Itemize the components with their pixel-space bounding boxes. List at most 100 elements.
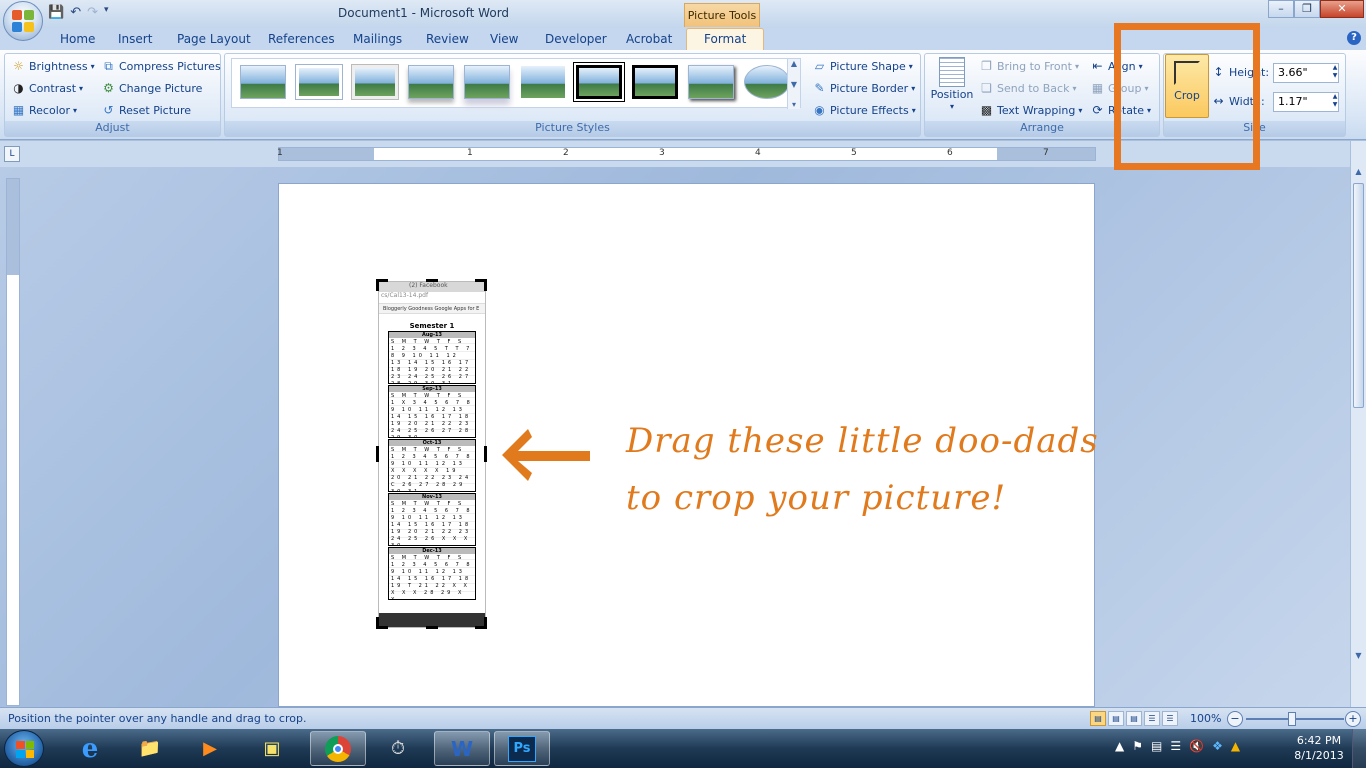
change-picture-button[interactable]: ⚙ Change Picture: [101, 81, 202, 96]
reset-picture-button[interactable]: ↺ Reset Picture: [101, 103, 191, 118]
media-player-icon[interactable]: ▶: [182, 731, 238, 766]
position-button[interactable]: Position ▾: [928, 57, 976, 111]
picture-effects-button[interactable]: ◉ Picture Effects ▾: [812, 103, 915, 118]
crop-handle-bottom[interactable]: [426, 626, 438, 629]
customize-qat-icon[interactable]: ▾: [104, 5, 109, 20]
vertical-scrollbar[interactable]: ▲ ▼: [1350, 141, 1366, 707]
gallery-scroll[interactable]: ▲ ▼ ▾: [787, 59, 800, 109]
annotation-line-1: Drag these little doo-dads: [626, 421, 1099, 461]
compress-pictures-button[interactable]: ⧉ Compress Pictures: [101, 59, 220, 74]
style-thumbnail[interactable]: [632, 65, 678, 99]
maximize-button[interactable]: ❐: [1294, 0, 1320, 18]
crop-handle-left[interactable]: [376, 446, 379, 462]
status-message: Position the pointer over any handle and…: [8, 712, 307, 725]
office-button[interactable]: [3, 1, 43, 41]
draft-view-button[interactable]: ☰: [1162, 711, 1178, 726]
height-spinner[interactable]: ▲ ▼: [1330, 64, 1340, 82]
scroll-up-icon[interactable]: ▲: [791, 59, 797, 68]
calendar-month: Dec-13 S M T W T F S 1 2 3 4 5 6 7 8 9 1…: [388, 547, 476, 600]
outline-view-button[interactable]: ☰: [1144, 711, 1160, 726]
rotate-icon: ⟳: [1092, 103, 1103, 117]
vertical-ruler[interactable]: [6, 178, 20, 706]
effects-icon: ◉: [814, 103, 825, 117]
zoom-in-button[interactable]: +: [1345, 711, 1361, 727]
print-layout-view-button[interactable]: ▤: [1090, 711, 1106, 726]
selected-picture[interactable]: (2) Facebook cs/Cal13-14.pdf Bloggerly G…: [378, 281, 486, 628]
crop-handle-right[interactable]: [484, 446, 487, 462]
action-center-icon[interactable]: ⚑: [1132, 739, 1143, 753]
show-desktop-button[interactable]: [1352, 729, 1366, 768]
clock-app-icon[interactable]: ⏱: [370, 731, 426, 766]
start-button[interactable]: [4, 730, 44, 767]
crop-handle-bottom-left[interactable]: [376, 617, 379, 629]
zoom-slider-thumb[interactable]: [1288, 712, 1296, 726]
bring-to-front-button[interactable]: ❐ Bring to Front ▾: [979, 59, 1079, 74]
picture-border-button[interactable]: ✎ Picture Border ▾: [812, 81, 915, 96]
style-thumbnail[interactable]: [464, 65, 510, 99]
style-thumbnail[interactable]: [240, 65, 286, 99]
tab-home[interactable]: Home: [60, 32, 95, 46]
horizontal-ruler[interactable]: 1 1 2 3 4 5 6 7: [277, 147, 1096, 161]
save-icon[interactable]: 💾: [48, 5, 64, 20]
dropbox-icon[interactable]: ❖: [1212, 739, 1223, 753]
picture-styles-gallery: ▲ ▼ ▾: [231, 58, 801, 109]
wifi-icon[interactable]: ☰: [1170, 739, 1181, 753]
photoshop-icon[interactable]: Ps: [494, 731, 550, 766]
style-thumbnail[interactable]: [352, 65, 398, 99]
text-wrapping-button[interactable]: ▩ Text Wrapping ▾: [979, 103, 1083, 118]
crop-handle-top[interactable]: [426, 279, 438, 282]
scroll-down-icon[interactable]: ▼: [791, 80, 797, 89]
crop-handle-top-left[interactable]: [376, 279, 379, 291]
redo-icon[interactable]: ↷: [87, 5, 98, 20]
tab-references[interactable]: References: [268, 32, 335, 46]
undo-icon[interactable]: ↶: [70, 5, 81, 20]
send-to-back-button[interactable]: ❏ Send to Back ▾: [979, 81, 1076, 96]
tab-selector[interactable]: L: [4, 146, 20, 162]
tab-view[interactable]: View: [490, 32, 518, 46]
contrast-button[interactable]: ◑ Contrast ▾: [11, 81, 83, 96]
word-icon[interactable]: W: [434, 731, 490, 766]
taskbar-clock[interactable]: 6:42 PM 8/1/2013: [1292, 733, 1346, 763]
style-thumbnail[interactable]: [520, 65, 566, 99]
file-explorer-icon[interactable]: 📁: [122, 731, 178, 766]
recolor-button[interactable]: ▦ Recolor ▾: [11, 103, 77, 118]
crop-handle-top-right[interactable]: [484, 279, 487, 291]
windows-logo-icon: [16, 741, 34, 758]
style-thumbnail[interactable]: [296, 65, 342, 99]
tab-acrobat[interactable]: Acrobat: [626, 32, 672, 46]
chrome-icon[interactable]: [310, 731, 366, 766]
help-icon[interactable]: ?: [1347, 31, 1361, 45]
window-controls: – ❐ ✕: [1268, 0, 1364, 18]
style-thumbnail[interactable]: [688, 65, 734, 99]
tab-developer[interactable]: Developer: [545, 32, 607, 46]
network-icon[interactable]: ▤: [1151, 739, 1162, 753]
tray-expand-icon[interactable]: ▲: [1115, 739, 1124, 753]
web-layout-view-button[interactable]: ▤: [1126, 711, 1142, 726]
full-screen-reading-view-button[interactable]: ▤: [1108, 711, 1124, 726]
tab-review[interactable]: Review: [426, 32, 469, 46]
tab-mailings[interactable]: Mailings: [353, 32, 402, 46]
brightness-button[interactable]: ☼ Brightness ▾: [11, 59, 95, 74]
sticky-notes-icon[interactable]: ▣: [244, 731, 300, 766]
minimize-button[interactable]: –: [1268, 0, 1294, 18]
tab-page-layout[interactable]: Page Layout: [177, 32, 251, 46]
zoom-level[interactable]: 100%: [1190, 712, 1221, 725]
volume-muted-icon[interactable]: 🔇: [1189, 739, 1204, 753]
gallery-more-icon[interactable]: ▾: [792, 100, 796, 109]
style-thumbnail[interactable]: [408, 65, 454, 99]
tab-insert[interactable]: Insert: [118, 32, 152, 46]
scrollbar-thumb[interactable]: [1353, 183, 1364, 408]
google-drive-icon[interactable]: ▲: [1231, 739, 1240, 753]
style-thumbnail[interactable]: [576, 65, 622, 99]
scroll-up-arrow-icon[interactable]: ▲: [1351, 167, 1366, 181]
tab-format[interactable]: Format: [686, 28, 765, 51]
zoom-out-button[interactable]: −: [1227, 711, 1243, 727]
close-button[interactable]: ✕: [1320, 0, 1364, 18]
scroll-down-arrow-icon[interactable]: ▼: [1351, 651, 1366, 665]
picture-shape-button[interactable]: ▱ Picture Shape ▾: [812, 59, 913, 74]
width-spinner[interactable]: ▲ ▼: [1330, 93, 1340, 111]
internet-explorer-icon[interactable]: e: [62, 731, 118, 766]
crop-handle-bottom-right[interactable]: [484, 617, 487, 629]
shape-icon: ▱: [814, 59, 825, 73]
style-thumbnail[interactable]: [744, 65, 790, 99]
